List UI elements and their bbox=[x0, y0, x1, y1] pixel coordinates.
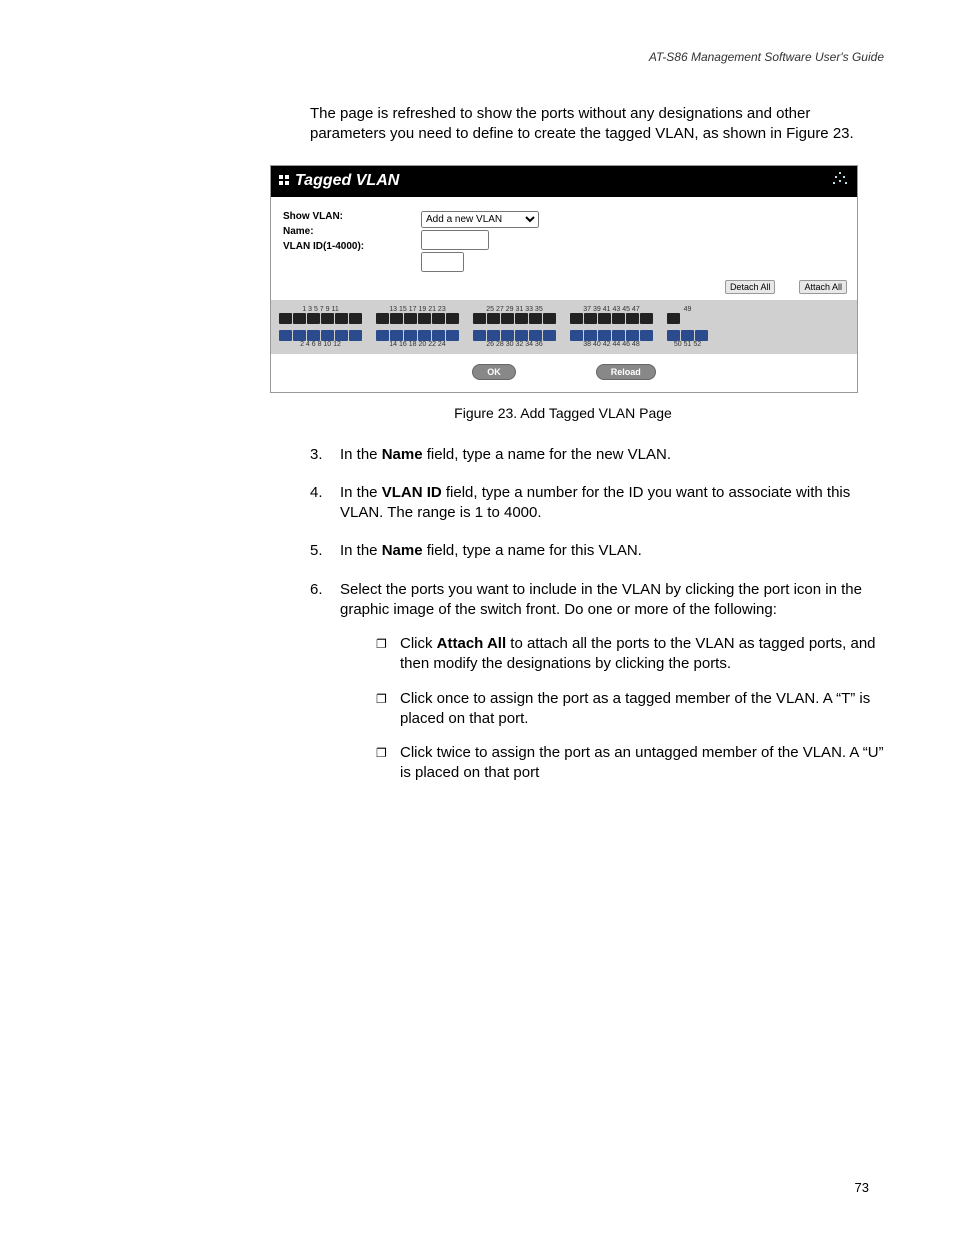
bullet-click-once: ❐ Click once to assign the port as a tag… bbox=[376, 689, 884, 730]
port-nums-bot-3: 26 28 30 32 34 36 bbox=[473, 341, 556, 348]
detach-all-button[interactable]: Detach All bbox=[725, 280, 776, 294]
port-nums-top-2: 13 15 17 19 21 23 bbox=[376, 306, 459, 313]
step-3: 3. In the Name field, type a name for th… bbox=[310, 445, 884, 465]
port-nums-top-4: 37 39 41 43 45 47 bbox=[570, 306, 653, 313]
bullet-marker-icon: ❐ bbox=[376, 634, 390, 675]
label-show-vlan: Show VLAN: bbox=[283, 211, 393, 222]
step-4: 4. In the VLAN ID field, type a number f… bbox=[310, 483, 884, 524]
port-graphic[interactable]: 1 3 5 7 9 11 2 4 6 8 10 12 13 15 17 19 2… bbox=[271, 300, 857, 354]
bullet-click-twice: ❐ Click twice to assign the port as an u… bbox=[376, 743, 884, 784]
vlan-title: Tagged VLAN bbox=[295, 172, 399, 190]
step-6: 6. Select the ports you want to include … bbox=[310, 580, 884, 798]
grid-icon bbox=[279, 172, 289, 190]
bullet-attach-all: ❐ Click Attach All to attach all the por… bbox=[376, 634, 884, 675]
figure-caption: Figure 23. Add Tagged VLAN Page bbox=[270, 405, 856, 421]
port-nums-top-1: 1 3 5 7 9 11 bbox=[279, 306, 362, 313]
port-nums-bot-2: 14 16 18 20 22 24 bbox=[376, 341, 459, 348]
intro-paragraph: The page is refreshed to show the ports … bbox=[310, 104, 884, 145]
port-nums-bot-5: 50 51 52 bbox=[667, 341, 708, 348]
header-guide-title: AT-S86 Management Software User's Guide bbox=[70, 50, 884, 64]
label-vlan-id: VLAN ID(1-4000): bbox=[283, 241, 393, 252]
show-vlan-select[interactable]: Add a new VLAN bbox=[421, 211, 539, 228]
bullet-marker-icon: ❐ bbox=[376, 743, 390, 784]
ok-button[interactable]: OK bbox=[472, 364, 516, 380]
reload-button[interactable]: Reload bbox=[596, 364, 656, 380]
page-number: 73 bbox=[855, 1180, 869, 1195]
step-5: 5. In the Name field, type a name for th… bbox=[310, 541, 884, 561]
sparkle-icon bbox=[831, 170, 849, 193]
tagged-vlan-screenshot: Tagged VLAN Show VLAN: Name: VLAN ID(1-4… bbox=[270, 165, 884, 393]
port-nums-top-5: 49 bbox=[667, 306, 708, 313]
name-input[interactable] bbox=[421, 230, 489, 250]
port-nums-bot-1: 2 4 6 8 10 12 bbox=[279, 341, 362, 348]
bullet-marker-icon: ❐ bbox=[376, 689, 390, 730]
attach-all-button[interactable]: Attach All bbox=[799, 280, 847, 294]
vlan-id-input[interactable] bbox=[421, 252, 464, 272]
port-nums-top-3: 25 27 29 31 33 35 bbox=[473, 306, 556, 313]
port-nums-bot-4: 38 40 42 44 46 48 bbox=[570, 341, 653, 348]
label-name: Name: bbox=[283, 226, 393, 237]
vlan-panel-header: Tagged VLAN bbox=[271, 166, 857, 197]
